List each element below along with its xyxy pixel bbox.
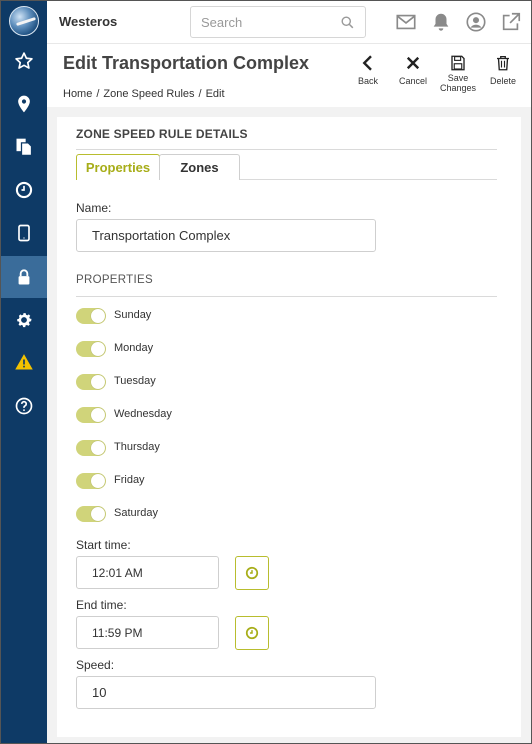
start-time-field[interactable]: 12:01 AM	[76, 556, 219, 589]
page-header: Edit Transportation Complex Home / Zone Sp…	[47, 43, 531, 107]
section-title: ZONE SPEED RULE DETAILS	[76, 127, 248, 141]
sidebar-item-history[interactable]	[1, 169, 47, 211]
sidebar-item-devices[interactable]	[1, 212, 47, 254]
back-button[interactable]: Back	[346, 52, 390, 86]
tab-properties[interactable]: Properties	[76, 154, 160, 180]
speed-field[interactable]: 10	[76, 676, 376, 709]
save-label-line1: Save	[447, 73, 469, 83]
sidebar-item-reports[interactable]	[1, 126, 47, 168]
breadcrumb-home[interactable]: Home	[63, 88, 92, 100]
sidebar-item-alerts[interactable]	[1, 341, 47, 383]
clock-icon	[245, 626, 259, 640]
help-icon	[15, 397, 33, 415]
day-label: Saturday	[114, 507, 159, 519]
bell-icon[interactable]	[430, 11, 452, 33]
breadcrumb-edit: Edit	[205, 88, 225, 100]
external-link-icon[interactable]	[500, 11, 522, 33]
toggle-switch[interactable]	[76, 506, 106, 522]
properties-heading: PROPERTIES	[76, 274, 153, 286]
end-time-picker-button[interactable]	[235, 616, 269, 650]
sidebar-item-map[interactable]	[1, 83, 47, 125]
chevron-left-icon	[362, 55, 372, 71]
day-label: Thursday	[114, 441, 160, 453]
gear-icon	[17, 313, 32, 328]
map-pin-icon	[18, 95, 30, 113]
documents-icon	[16, 138, 33, 156]
breadcrumb-zone-speed-rules[interactable]: Zone Speed Rules	[103, 88, 194, 100]
name-field[interactable]: Transportation Complex	[76, 219, 376, 252]
toggle-switch[interactable]	[76, 341, 106, 357]
user-account-icon[interactable]	[465, 11, 487, 33]
close-icon	[406, 56, 420, 70]
start-time-picker-button[interactable]	[235, 556, 269, 590]
day-label: Friday	[114, 474, 145, 486]
cancel-label: Cancel	[398, 76, 427, 86]
sidebar-item-help[interactable]	[1, 385, 47, 427]
sidebar	[1, 1, 47, 743]
day-label: Wednesday	[114, 408, 172, 420]
day-label: Tuesday	[114, 375, 156, 387]
search-input[interactable]	[191, 7, 341, 37]
breadcrumb: Home / Zone Speed Rules / Edit	[63, 88, 225, 100]
clock-icon	[245, 566, 259, 580]
toggle-switch[interactable]	[76, 308, 106, 324]
warning-icon	[15, 354, 33, 370]
star-icon	[15, 52, 33, 69]
tablet-icon	[18, 224, 30, 242]
sidebar-item-security[interactable]	[1, 256, 47, 298]
toggle-switch[interactable]	[76, 374, 106, 390]
delete-label: Delete	[489, 76, 516, 86]
sidebar-item-favorites[interactable]	[1, 40, 47, 82]
toggle-switch[interactable]	[76, 473, 106, 489]
clock-icon	[15, 181, 33, 199]
toggle-switch[interactable]	[76, 407, 106, 423]
start-time-label: Start time:	[76, 538, 131, 552]
back-label: Back	[357, 76, 378, 86]
delete-button[interactable]: Delete	[481, 52, 525, 86]
app-window: Westeros Edit Transportation Complex Hom…	[0, 0, 532, 744]
end-time-label: End time:	[76, 598, 127, 612]
trash-icon	[497, 55, 509, 71]
tab-underline	[240, 179, 497, 180]
save-icon	[451, 55, 465, 71]
search-icon[interactable]	[340, 15, 355, 30]
mail-icon[interactable]	[395, 11, 417, 33]
day-label: Sunday	[114, 309, 152, 321]
name-label: Name:	[76, 201, 112, 215]
page-title: Edit Transportation Complex	[63, 53, 310, 73]
sidebar-item-settings[interactable]	[1, 299, 47, 341]
cancel-button[interactable]: Cancel	[391, 52, 435, 86]
details-card: ZONE SPEED RULE DETAILS Properties Zones…	[57, 117, 521, 737]
search-box[interactable]	[190, 6, 366, 38]
save-changes-button[interactable]: Save Changes	[436, 52, 480, 93]
day-label: Monday	[114, 342, 154, 354]
app-logo[interactable]	[9, 6, 39, 36]
end-time-field[interactable]: 11:59 PM	[76, 616, 219, 649]
top-bar: Westeros	[47, 1, 531, 43]
divider	[76, 296, 497, 297]
divider	[76, 149, 497, 150]
tab-zones[interactable]: Zones	[159, 154, 240, 180]
save-label-line2: Changes	[439, 83, 477, 93]
toggle-switch[interactable]	[76, 440, 106, 456]
speed-label: Speed:	[76, 658, 115, 672]
app-name: Westeros	[59, 14, 118, 29]
lock-icon	[18, 269, 30, 285]
